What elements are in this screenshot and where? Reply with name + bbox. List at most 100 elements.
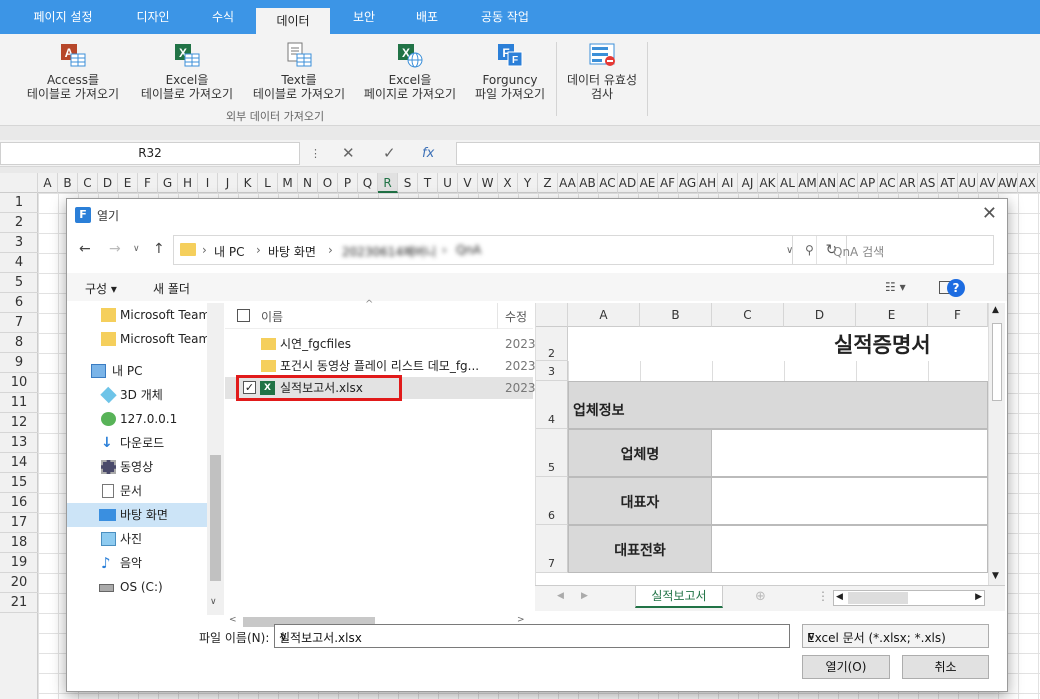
- column-header[interactable]: AM: [798, 173, 818, 193]
- sheet-splitter-icon[interactable]: ⋮: [817, 589, 829, 603]
- row-header[interactable]: 20: [0, 573, 38, 593]
- column-header[interactable]: U: [438, 173, 458, 193]
- column-header[interactable]: AC: [838, 173, 858, 193]
- column-header[interactable]: S: [398, 173, 418, 193]
- scrollbar-thumb[interactable]: [992, 323, 1002, 401]
- row-header[interactable]: 7: [0, 313, 38, 333]
- column-header[interactable]: Q: [358, 173, 378, 193]
- sheet-prev-icon[interactable]: ◀: [557, 591, 564, 601]
- add-sheet-icon[interactable]: ⊕: [755, 589, 766, 604]
- column-header[interactable]: AA: [558, 173, 578, 193]
- preview-vertical-scrollbar[interactable]: ▲ ▼: [988, 303, 1005, 585]
- row-header[interactable]: 18: [0, 533, 38, 553]
- import-access-button[interactable]: A Access를 테이블로 가져오기: [20, 42, 126, 101]
- select-all-checkbox[interactable]: [237, 309, 250, 322]
- search-box[interactable]: ⚲ QnA 검색: [792, 235, 994, 265]
- nav-item-pictures[interactable]: 사진: [67, 527, 207, 551]
- breadcrumb-qna[interactable]: QnA: [456, 243, 481, 257]
- row-header[interactable]: 4: [0, 253, 38, 273]
- back-arrow-icon[interactable]: ←: [79, 241, 91, 257]
- nav-item-desktop[interactable]: 바탕 화면: [67, 503, 207, 527]
- row-header[interactable]: 10: [0, 373, 38, 393]
- breadcrumb-desktop[interactable]: 바탕 화면: [268, 243, 316, 260]
- file-row[interactable]: 포건시 동영상 플레이 리스트 데모_fg... 2023: [225, 355, 536, 377]
- nav-item-teams-2[interactable]: Microsoft Teams: [67, 327, 207, 351]
- column-header[interactable]: AC: [598, 173, 618, 193]
- scroll-down-icon[interactable]: ∨: [210, 597, 217, 607]
- row-header[interactable]: 19: [0, 553, 38, 573]
- nav-item-teams-1[interactable]: Microsoft Teams: [67, 303, 207, 327]
- tab-formulas[interactable]: 수식: [194, 0, 252, 34]
- column-header[interactable]: AW: [998, 173, 1018, 193]
- filename-input[interactable]: 실적보고서.xlsx ∨: [274, 624, 790, 648]
- row-header[interactable]: 15: [0, 473, 38, 493]
- select-all-corner[interactable]: [0, 173, 38, 193]
- cancel-button[interactable]: 취소: [902, 655, 989, 679]
- forward-arrow-icon[interactable]: →: [109, 241, 121, 257]
- file-row[interactable]: 시연_fgcfiles 2023: [225, 333, 536, 355]
- tab-security[interactable]: 보안: [336, 0, 392, 34]
- column-header[interactable]: L: [258, 173, 278, 193]
- column-header[interactable]: Z: [538, 173, 558, 193]
- column-header[interactable]: R: [378, 173, 398, 193]
- row-header[interactable]: 9: [0, 353, 38, 373]
- column-header[interactable]: AD: [618, 173, 638, 193]
- tab-page-setup[interactable]: 페이지 설정: [14, 0, 112, 34]
- column-header[interactable]: T: [418, 173, 438, 193]
- column-header[interactable]: AR: [898, 173, 918, 193]
- row-header[interactable]: 1: [0, 193, 38, 213]
- scroll-left-icon[interactable]: <: [229, 615, 237, 625]
- tab-collaboration[interactable]: 공동 작업: [462, 0, 548, 34]
- column-header[interactable]: AG: [678, 173, 698, 193]
- row-header[interactable]: 21: [0, 593, 38, 613]
- column-header[interactable]: F: [138, 173, 158, 193]
- column-header[interactable]: D: [98, 173, 118, 193]
- column-header[interactable]: AB: [578, 173, 598, 193]
- nav-item-downloads[interactable]: ↓ 다운로드: [67, 431, 207, 455]
- column-header[interactable]: A: [38, 173, 58, 193]
- column-header[interactable]: AJ: [738, 173, 758, 193]
- column-header[interactable]: K: [238, 173, 258, 193]
- column-header[interactable]: X: [498, 173, 518, 193]
- new-folder-button[interactable]: 새 폴더: [153, 280, 190, 297]
- more-icon[interactable]: ⋮: [310, 142, 321, 165]
- function-icon[interactable]: fx: [422, 142, 434, 165]
- scroll-right-icon[interactable]: ▶: [975, 592, 982, 602]
- row-header[interactable]: 6: [0, 293, 38, 313]
- name-box[interactable]: R32: [0, 142, 300, 165]
- column-modified-header[interactable]: 수정: [505, 308, 527, 325]
- filetype-select[interactable]: Excel 문서 (*.xlsx; *.xls) ∨: [802, 624, 989, 648]
- column-header[interactable]: AU: [958, 173, 978, 193]
- column-header[interactable]: M: [278, 173, 298, 193]
- column-header[interactable]: C: [78, 173, 98, 193]
- column-header[interactable]: G: [158, 173, 178, 193]
- column-header[interactable]: AV: [978, 173, 998, 193]
- column-header[interactable]: AF: [658, 173, 678, 193]
- data-validation-button[interactable]: 데이터 유효성 검사: [561, 42, 643, 101]
- scroll-down-icon[interactable]: ▼: [992, 571, 999, 581]
- nav-item-os-drive[interactable]: OS (C:): [67, 575, 207, 599]
- scrollbar-thumb[interactable]: [210, 455, 221, 581]
- chevron-down-icon[interactable]: ∨: [279, 629, 784, 643]
- row-header[interactable]: 12: [0, 413, 38, 433]
- column-header[interactable]: AN: [818, 173, 838, 193]
- column-header[interactable]: AE: [638, 173, 658, 193]
- column-header[interactable]: I: [198, 173, 218, 193]
- chevron-down-icon[interactable]: ∨: [807, 629, 983, 643]
- column-header[interactable]: H: [178, 173, 198, 193]
- row-header[interactable]: 11: [0, 393, 38, 413]
- sheet-next-icon[interactable]: ▶: [581, 591, 588, 601]
- column-header[interactable]: W: [478, 173, 498, 193]
- cancel-icon[interactable]: ✕: [342, 142, 355, 165]
- history-dropdown-icon[interactable]: ∨: [133, 244, 140, 254]
- column-header[interactable]: AT: [938, 173, 958, 193]
- column-header[interactable]: B: [58, 173, 78, 193]
- column-header[interactable]: AK: [758, 173, 778, 193]
- column-header[interactable]: AH: [698, 173, 718, 193]
- nav-item-network-drive[interactable]: 127.0.0.1: [67, 407, 207, 431]
- tab-data[interactable]: 데이터: [256, 8, 330, 34]
- column-header[interactable]: J: [218, 173, 238, 193]
- close-icon[interactable]: ✕: [982, 203, 997, 224]
- column-header[interactable]: E: [118, 173, 138, 193]
- column-header[interactable]: AP: [858, 173, 878, 193]
